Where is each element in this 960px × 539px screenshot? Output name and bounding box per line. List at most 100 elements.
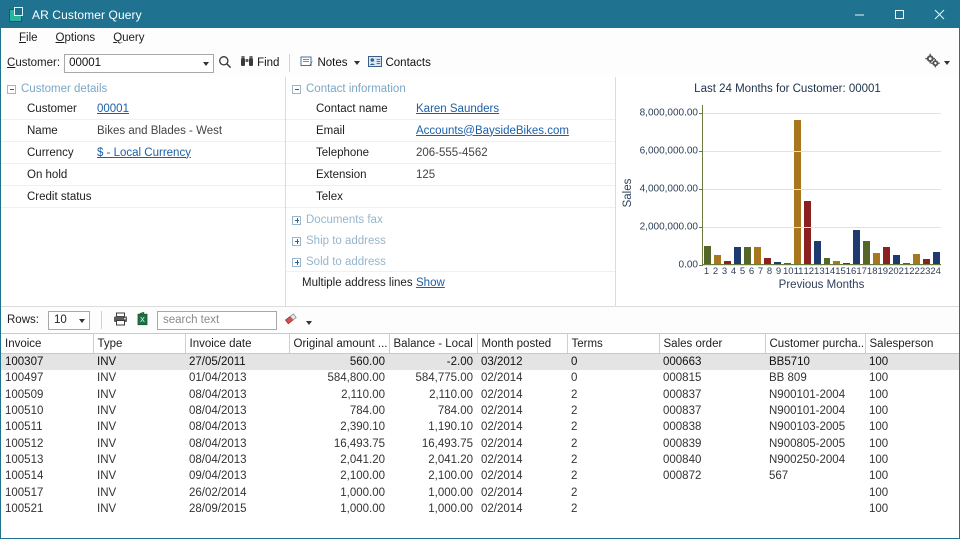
chart-bar[interactable] [734, 247, 742, 264]
table-cell: 100 [869, 437, 889, 450]
field-value-extension: 125 [416, 168, 436, 181]
table-column-header[interactable]: Invoice [1, 334, 94, 354]
field-value-customer[interactable]: 00001 [95, 103, 285, 115]
table-column-header[interactable]: Month posted [477, 334, 568, 354]
table-column-header[interactable]: Customer purcha... [765, 334, 866, 354]
table-cell: N900101-2004 [769, 388, 846, 401]
maximize-icon[interactable] [879, 1, 919, 28]
chart-bar[interactable] [724, 261, 732, 264]
table-row[interactable]: 100514 INV 09/04/2013 2,100.00 2,100.00 02/20… [1, 468, 959, 484]
chart-bar[interactable] [704, 246, 712, 264]
sold-to-address-group-header[interactable]: Sold to address [286, 250, 615, 271]
chart-bar[interactable] [912, 253, 920, 264]
customer-details-group-header[interactable]: Customer details [1, 77, 285, 98]
table-row[interactable]: 100513 INV 08/04/2013 2,041.20 2,041.20 02/20… [1, 452, 959, 468]
chart-bar[interactable] [783, 263, 791, 264]
chart-y-tick-mark [699, 112, 703, 114]
ship-to-address-group-header[interactable]: Ship to address [286, 229, 615, 250]
table-cell: N900103-2005 [769, 421, 846, 434]
chart-bar[interactable] [833, 260, 841, 264]
table-row[interactable]: 100512 INV 08/04/2013 16,493.75 16,493.75 02/… [1, 435, 959, 451]
invoice-table[interactable]: Invoice Type Invoice date Original amount .… [1, 333, 959, 516]
chart-bar[interactable] [843, 263, 851, 264]
table-column-header[interactable]: Balance - Local [389, 334, 478, 354]
chart-bar[interactable] [863, 241, 871, 264]
table-row[interactable]: 100509 INV 08/04/2013 2,110.00 2,110.00 02/20… [1, 387, 959, 403]
chart-bar[interactable] [883, 247, 891, 264]
documents-fax-group-header[interactable]: Documents fax [286, 208, 615, 229]
chart-bar[interactable] [714, 255, 722, 264]
chart-bar[interactable] [803, 200, 811, 264]
expand-plus-icon[interactable] [292, 215, 301, 225]
chevron-down-icon[interactable] [305, 321, 312, 325]
chart-bar[interactable] [823, 257, 831, 264]
table-column-header[interactable]: Type [93, 334, 186, 354]
chevron-down-icon[interactable] [203, 61, 210, 66]
chart-bar[interactable] [873, 252, 881, 264]
eraser-icon[interactable] [284, 312, 298, 328]
field-row: Email Accounts@BaysideBikes.com [286, 120, 615, 142]
chart-bar[interactable] [764, 258, 771, 264]
menu-item-query[interactable]: Query [104, 28, 153, 48]
chart-bar[interactable] [902, 263, 910, 264]
contacts-button[interactable]: Contacts [364, 52, 434, 74]
table-row[interactable]: 100497 INV 01/04/2013 584,800.00 584,775.00 0… [1, 370, 959, 386]
chart-bar-cell [772, 105, 782, 264]
search-input[interactable]: search text [156, 310, 277, 330]
table-column-header[interactable]: Original amount ... [289, 334, 390, 354]
menu-item-file[interactable]: File [10, 28, 47, 48]
multiple-address-lines-show-link[interactable]: Show [416, 277, 445, 289]
chart-bar[interactable] [773, 261, 781, 264]
table-column-header[interactable]: Salesperson [865, 334, 959, 354]
chart-x-tick-label: 7 [757, 266, 764, 277]
chart-bar-cell [921, 105, 931, 264]
field-value-email[interactable]: Accounts@BaysideBikes.com [416, 125, 615, 137]
table-cell: BB 809 [769, 372, 807, 385]
menu-item-options[interactable]: Options [47, 28, 105, 48]
settings-button[interactable] [924, 53, 950, 72]
expand-plus-icon[interactable] [292, 236, 301, 246]
table-row[interactable]: 100521 INV 28/09/2015 1,000.00 1,000.00 02/20… [1, 501, 959, 516]
collapse-minus-icon[interactable] [7, 84, 16, 94]
chart-bar[interactable] [853, 229, 861, 264]
chart-y-tick-mark [699, 188, 703, 190]
table-column-header[interactable]: Invoice date [185, 334, 290, 354]
field-value-contact-name[interactable]: Karen Saunders [416, 103, 615, 115]
chevron-down-icon[interactable] [78, 318, 85, 323]
chart-bar[interactable] [922, 259, 930, 264]
table-row[interactable]: 100510 INV 08/04/2013 784.00 784.00 02/2014 2 0… [1, 403, 959, 419]
customer-combo[interactable]: 00001 [64, 53, 215, 73]
table-cell: INV [97, 470, 117, 483]
settings-chevron-down-icon[interactable] [944, 60, 950, 65]
chart-bar[interactable] [932, 251, 940, 264]
excel-export-icon[interactable]: X [133, 311, 148, 329]
table-row[interactable]: 100307 INV 27/05/2011 560.00 -2.00 03/2012 0 00… [1, 353, 959, 371]
table-cell: 2 [571, 405, 578, 418]
table-column-header[interactable]: Sales order [659, 334, 766, 354]
chart-bar[interactable] [813, 241, 821, 264]
find-button[interactable]: Find [236, 52, 283, 74]
minimize-icon[interactable] [839, 1, 879, 28]
chart-bar-cell [782, 105, 792, 264]
close-icon[interactable] [919, 1, 959, 28]
chart-bar[interactable] [893, 255, 900, 264]
chart-bar[interactable] [754, 246, 762, 264]
notes-button[interactable]: Notes [296, 52, 364, 74]
table-cell: 02/2014 [481, 405, 523, 418]
rows-select[interactable]: 10 [47, 310, 90, 330]
search-button[interactable] [214, 52, 236, 74]
contact-information-group-header[interactable]: Contact information [286, 77, 615, 98]
printer-icon[interactable] [113, 312, 128, 329]
table-row[interactable]: 100511 INV 08/04/2013 2,390.10 1,190.10 02/20… [1, 419, 959, 435]
field-value-currency[interactable]: $ - Local Currency [95, 147, 285, 159]
chart-bar[interactable] [793, 119, 801, 264]
expand-plus-icon[interactable] [292, 257, 301, 267]
chart-x-tick-label: 24 [930, 266, 941, 277]
table-cell: 000663 [659, 353, 765, 371]
table-cell: 28/09/2015 [189, 502, 247, 515]
notes-chevron-down-icon[interactable] [354, 61, 361, 65]
table-row[interactable]: 100517 INV 26/02/2014 1,000.00 1,000.00 02/20… [1, 484, 959, 500]
table-column-header[interactable]: Terms [567, 334, 660, 354]
chart-bar[interactable] [744, 247, 752, 264]
collapse-minus-icon[interactable] [292, 84, 301, 94]
